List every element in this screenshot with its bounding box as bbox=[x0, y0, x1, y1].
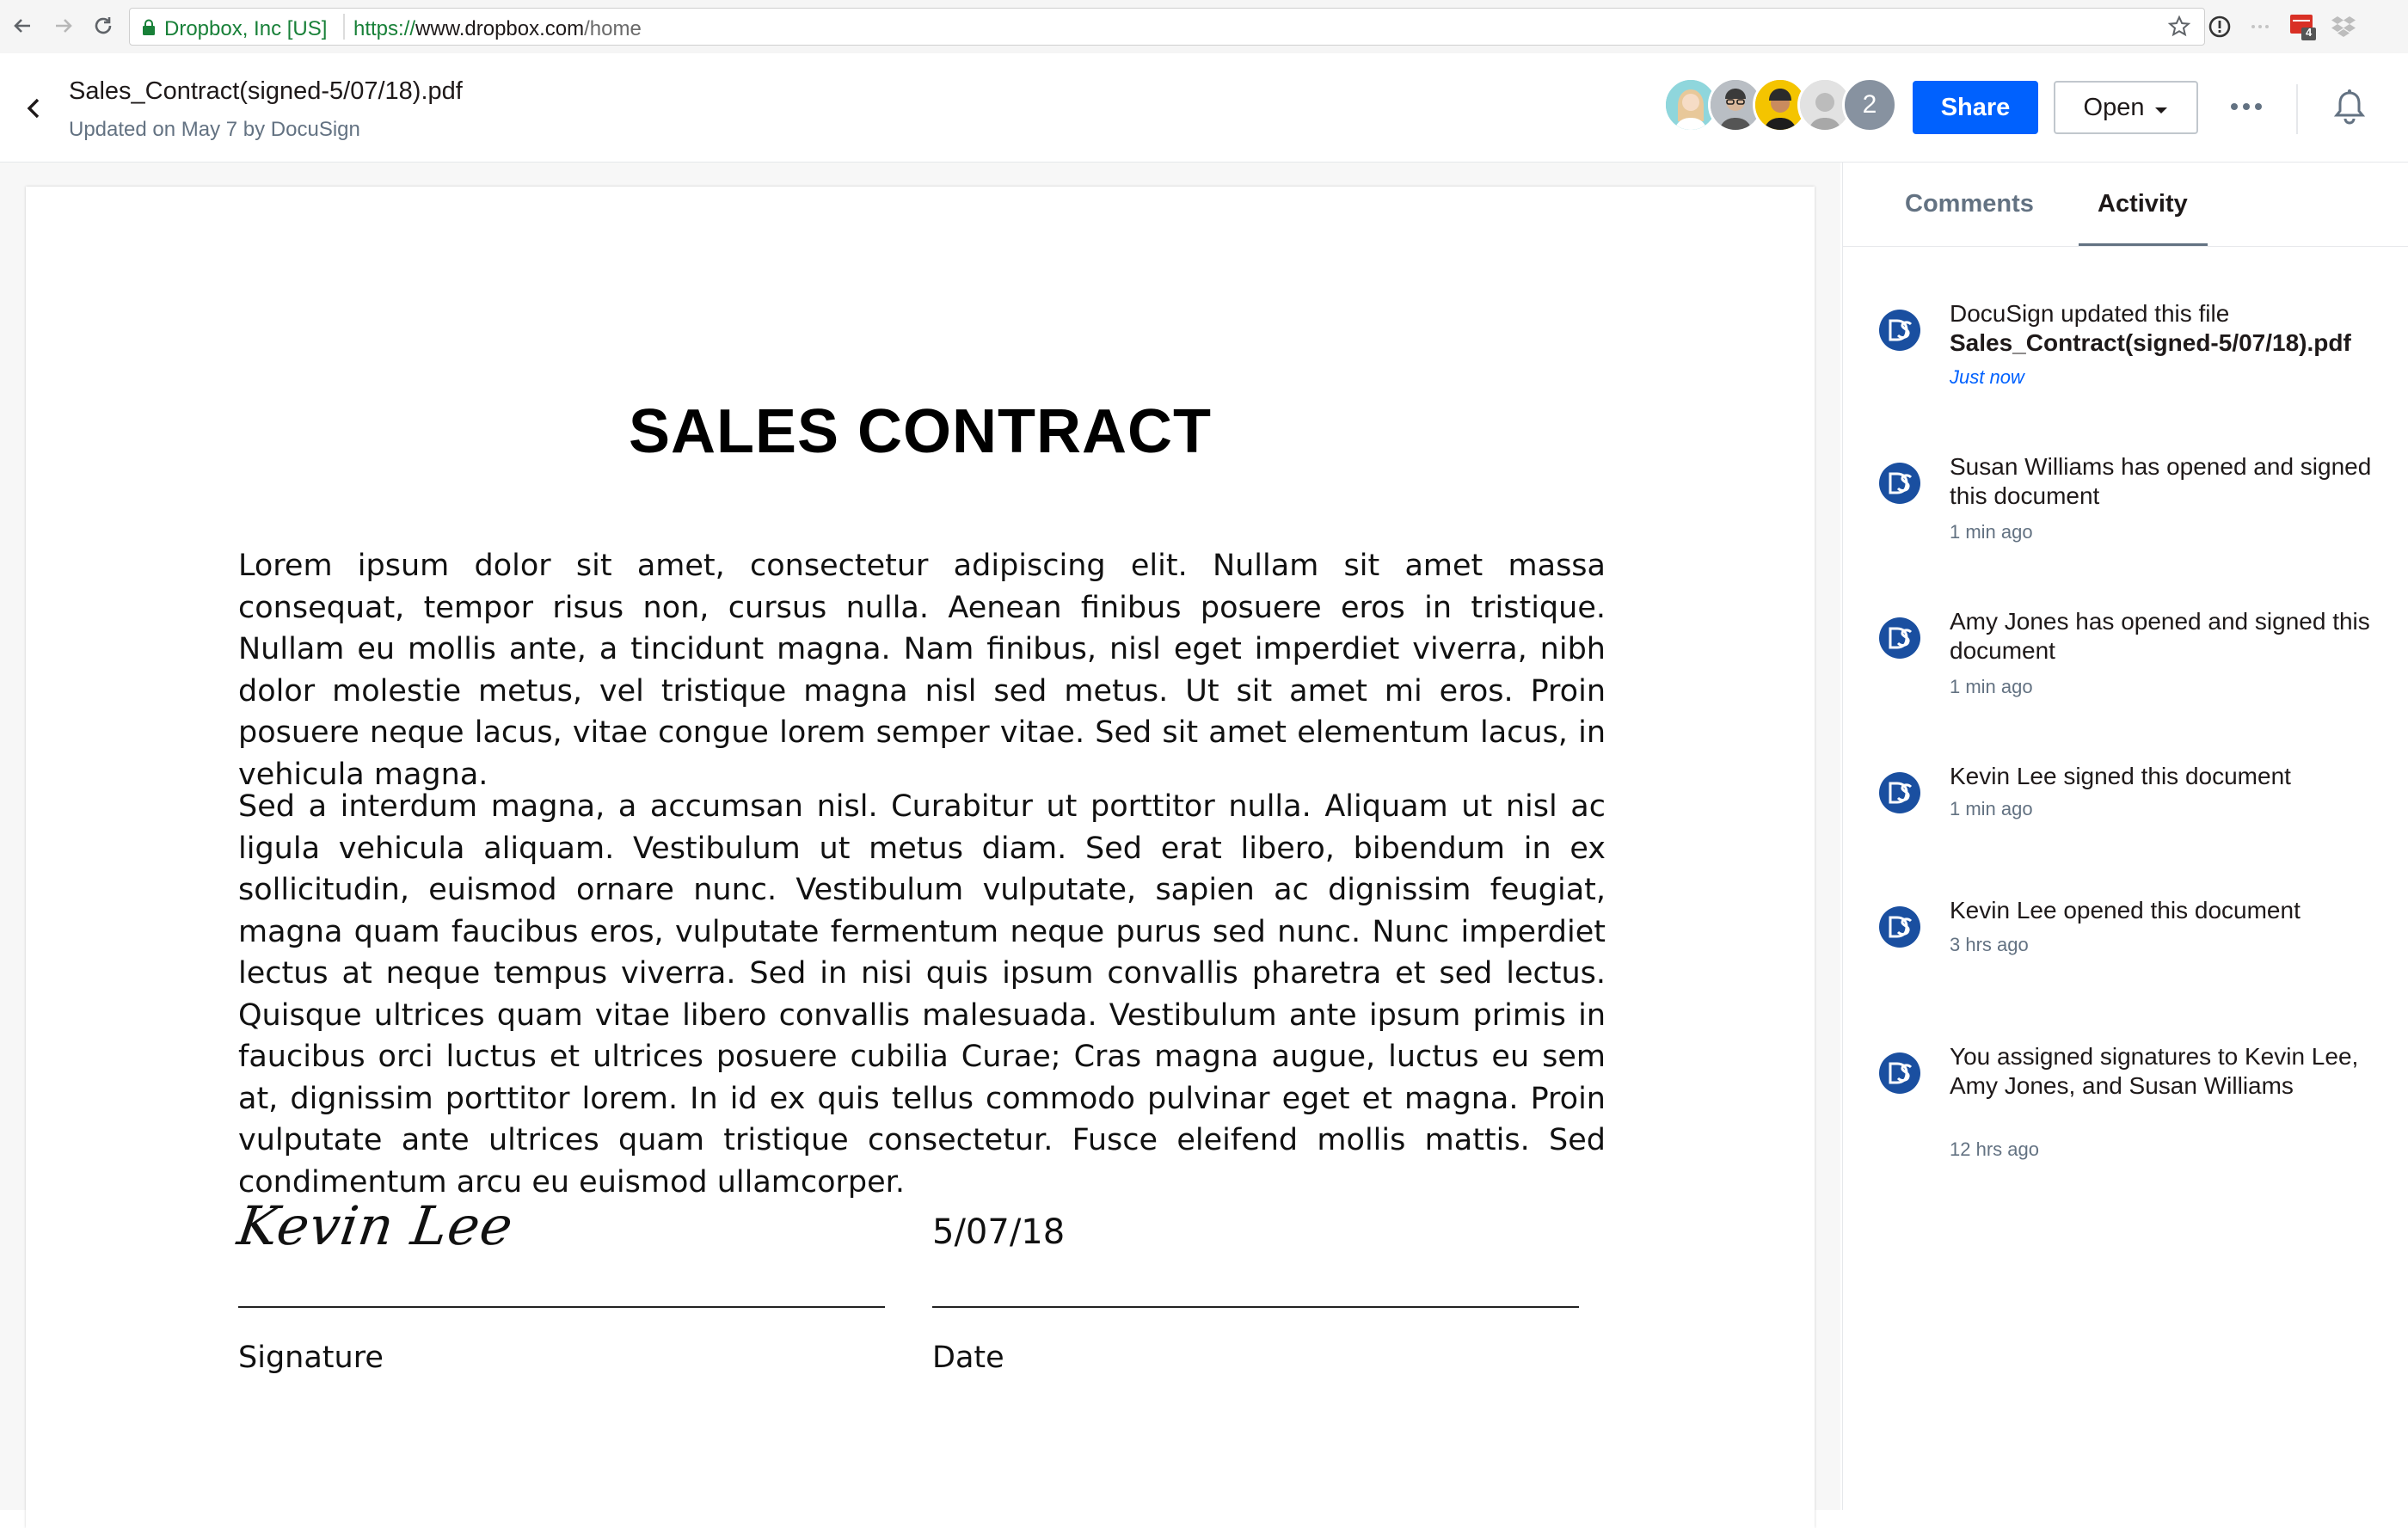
file-header: Sales_Contract(signed-5/07/18).pdf Updat… bbox=[0, 53, 2408, 163]
extension-icon[interactable] bbox=[2245, 10, 2277, 43]
calendar-extension-icon[interactable]: 4 bbox=[2286, 10, 2319, 43]
dropbox-extension-icon[interactable] bbox=[2327, 10, 2360, 43]
url-host: www.dropbox.com bbox=[415, 17, 585, 40]
tab-activity[interactable]: Activity bbox=[2098, 190, 2188, 218]
activity-timestamp: 1 min ago bbox=[1950, 521, 2033, 543]
docusign-icon bbox=[1879, 617, 1920, 659]
activity-description: Susan Williams has opened and signed thi… bbox=[1950, 453, 2372, 509]
active-tab-indicator bbox=[2079, 243, 2208, 246]
reload-icon[interactable] bbox=[86, 9, 120, 43]
lock-icon bbox=[142, 19, 156, 40]
activity-description: Kevin Lee opened this document bbox=[1950, 897, 2300, 924]
activity-timestamp: 1 min ago bbox=[1950, 798, 2033, 819]
chevron-left-icon[interactable] bbox=[19, 91, 48, 126]
secure-site-label: Dropbox, Inc [US] bbox=[164, 17, 328, 40]
signature-line bbox=[238, 1306, 885, 1308]
signed-date: 5/07/18 bbox=[932, 1212, 1066, 1252]
docusign-icon bbox=[1879, 1052, 1920, 1094]
docusign-icon bbox=[1879, 310, 1920, 351]
file-updated-info: Updated on May 7 by DocuSign bbox=[69, 118, 360, 141]
date-line bbox=[932, 1306, 1579, 1308]
date-label: Date bbox=[932, 1341, 1004, 1375]
open-button-label: Open bbox=[2083, 93, 2145, 121]
signature-label: Signature bbox=[238, 1341, 384, 1375]
url-text[interactable]: https://www.dropbox.com/home bbox=[353, 17, 642, 41]
chevron-down-icon bbox=[2154, 94, 2168, 122]
document-paragraph: Lorem ipsum dolor sit amet, consectetur … bbox=[238, 549, 1606, 792]
browser-toolbar: Dropbox, Inc [US] https://www.dropbox.co… bbox=[0, 0, 2408, 54]
url-path: /home bbox=[584, 17, 642, 40]
share-button[interactable]: Share bbox=[1913, 81, 2038, 134]
activity-description: DocuSign updated this file bbox=[1950, 300, 2230, 327]
activity-text: DocuSign updated this file Sales_Contrac… bbox=[1950, 299, 2388, 358]
panel-tabs: Comments Activity bbox=[1843, 163, 2408, 247]
file-name: Sales_Contract(signed-5/07/18).pdf bbox=[69, 77, 463, 105]
document-page: SALES CONTRACT Lorem ipsum dolor sit ame… bbox=[26, 187, 1815, 1528]
back-arrow-icon[interactable] bbox=[5, 9, 40, 43]
more-collaborators-count[interactable]: 2 bbox=[1842, 77, 1897, 132]
docusign-icon bbox=[1879, 772, 1920, 813]
extension-badge: 4 bbox=[2306, 26, 2313, 39]
bell-icon[interactable] bbox=[2332, 88, 2367, 130]
handwritten-signature: Kevin Lee bbox=[233, 1194, 518, 1257]
activity-timestamp: Just now bbox=[1950, 366, 2024, 388]
activity-file-link[interactable]: Sales_Contract(signed-5/07/18).pdf bbox=[1950, 328, 2388, 358]
activity-description: Kevin Lee signed this document bbox=[1950, 763, 2291, 789]
address-bar[interactable]: Dropbox, Inc [US] https://www.dropbox.co… bbox=[129, 8, 2205, 46]
forward-arrow-icon[interactable] bbox=[46, 9, 81, 43]
info-icon[interactable] bbox=[2203, 10, 2236, 43]
document-title: SALES CONTRACT bbox=[629, 397, 1212, 466]
tab-comments[interactable]: Comments bbox=[1905, 190, 2034, 218]
header-divider bbox=[2296, 84, 2298, 134]
url-separator bbox=[343, 14, 345, 40]
url-scheme: https:// bbox=[353, 17, 416, 40]
activity-panel: Comments Activity DocuSign updated this … bbox=[1842, 163, 2408, 1510]
document-viewer[interactable]: SALES CONTRACT Lorem ipsum dolor sit ame… bbox=[0, 163, 1840, 1528]
docusign-icon bbox=[1879, 463, 1920, 504]
open-button[interactable]: Open bbox=[2054, 81, 2198, 134]
activity-timestamp: 1 min ago bbox=[1950, 676, 2033, 697]
activity-timestamp: 12 hrs ago bbox=[1950, 1138, 2039, 1160]
docusign-icon bbox=[1879, 906, 1920, 948]
document-paragraph: Sed a interdum magna, a accumsan nisl. C… bbox=[238, 789, 1606, 1200]
activity-description: Amy Jones has opened and signed this doc… bbox=[1950, 608, 2370, 664]
star-icon[interactable] bbox=[2166, 14, 2192, 44]
more-icon[interactable] bbox=[2227, 93, 2265, 120]
activity-description: You assigned signatures to Kevin Lee, Am… bbox=[1950, 1043, 2359, 1099]
activity-timestamp: 3 hrs ago bbox=[1950, 934, 2029, 955]
